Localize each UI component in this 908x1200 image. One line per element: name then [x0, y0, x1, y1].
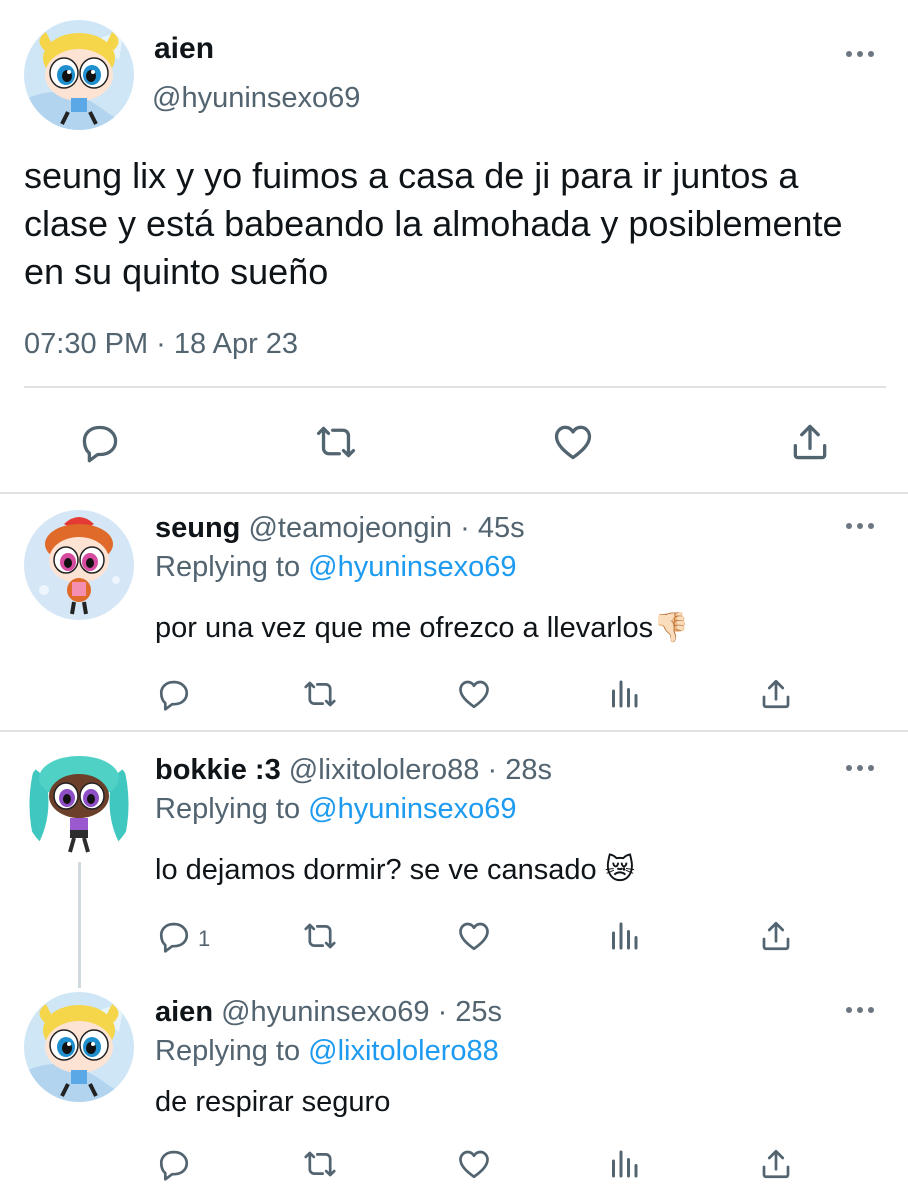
avatar[interactable] [24, 992, 134, 1102]
stats-icon[interactable] [606, 918, 642, 954]
reply-text: de respirar seguro [155, 1086, 391, 1118]
author-handle[interactable]: @hyuninsexo69 [221, 996, 429, 1028]
replying-label: Replying to [155, 793, 301, 825]
author-name[interactable]: aien [155, 996, 213, 1028]
avatar[interactable] [24, 20, 134, 130]
divider [0, 492, 908, 494]
reply-icon[interactable] [78, 420, 122, 464]
author-handle[interactable]: @lixitololero88 [289, 754, 480, 786]
retweet-icon[interactable] [302, 1146, 338, 1182]
more-options-icon[interactable] [845, 762, 875, 774]
replying-to: Replying to @lixitololero88 [155, 1035, 499, 1068]
more-options-icon[interactable] [845, 520, 875, 532]
replying-to-link[interactable]: @hyuninsexo69 [308, 551, 516, 583]
retweet-icon[interactable] [302, 676, 338, 712]
divider [0, 730, 908, 732]
share-icon[interactable] [758, 1146, 794, 1182]
retweet-icon[interactable] [314, 420, 358, 464]
reply-text: por una vez que me ofrezco a llevarlos👎🏻 [155, 612, 690, 644]
replying-to: Replying to @hyuninsexo69 [155, 793, 517, 826]
author-handle[interactable]: @teamojeongin [248, 512, 452, 544]
reply-icon[interactable] [156, 918, 192, 954]
author-handle[interactable]: @hyuninsexo69 [152, 82, 360, 115]
reply-time[interactable]: · 45s [460, 512, 524, 544]
author-name[interactable]: seung [155, 512, 240, 544]
tweet-text: seung lix y yo fuimos a casa de ji para … [24, 155, 843, 292]
stats-icon[interactable] [606, 1146, 642, 1182]
divider [24, 386, 886, 388]
author-name[interactable]: bokkie :3 [155, 754, 281, 786]
share-icon[interactable] [788, 420, 832, 464]
reply-count: 1 [198, 926, 211, 951]
reply-icon[interactable] [156, 676, 192, 712]
avatar[interactable] [24, 748, 134, 858]
reply-icon[interactable] [156, 1146, 192, 1182]
replying-to-link[interactable]: @lixitololero88 [308, 1035, 499, 1067]
reply-header: bokkie :3 @lixitololero88 · 28s [155, 754, 552, 787]
reply-time[interactable]: · 25s [438, 996, 502, 1028]
reply-text: lo dejamos dormir? se ve cansado 😿 [155, 854, 635, 886]
author-name[interactable]: aien [154, 32, 214, 66]
like-icon[interactable] [456, 1146, 492, 1182]
replying-to-link[interactable]: @hyuninsexo69 [308, 793, 516, 825]
like-icon[interactable] [551, 420, 595, 464]
replying-label: Replying to [155, 1035, 301, 1067]
more-options-icon[interactable] [845, 48, 875, 60]
reply-time[interactable]: · 28s [487, 754, 551, 786]
like-icon[interactable] [456, 676, 492, 712]
retweet-icon[interactable] [302, 918, 338, 954]
reply-header: seung @teamojeongin · 45s [155, 512, 525, 545]
tweet-timestamp[interactable]: 07:30 PM · 18 Apr 23 [24, 328, 298, 361]
stats-icon[interactable] [606, 676, 642, 712]
thread-line [78, 862, 81, 988]
more-options-icon[interactable] [845, 1004, 875, 1016]
share-icon[interactable] [758, 676, 794, 712]
like-icon[interactable] [456, 918, 492, 954]
replying-to: Replying to @hyuninsexo69 [155, 551, 517, 584]
avatar[interactable] [24, 510, 134, 620]
share-icon[interactable] [758, 918, 794, 954]
reply-header: aien @hyuninsexo69 · 25s [155, 996, 502, 1029]
replying-label: Replying to [155, 551, 301, 583]
